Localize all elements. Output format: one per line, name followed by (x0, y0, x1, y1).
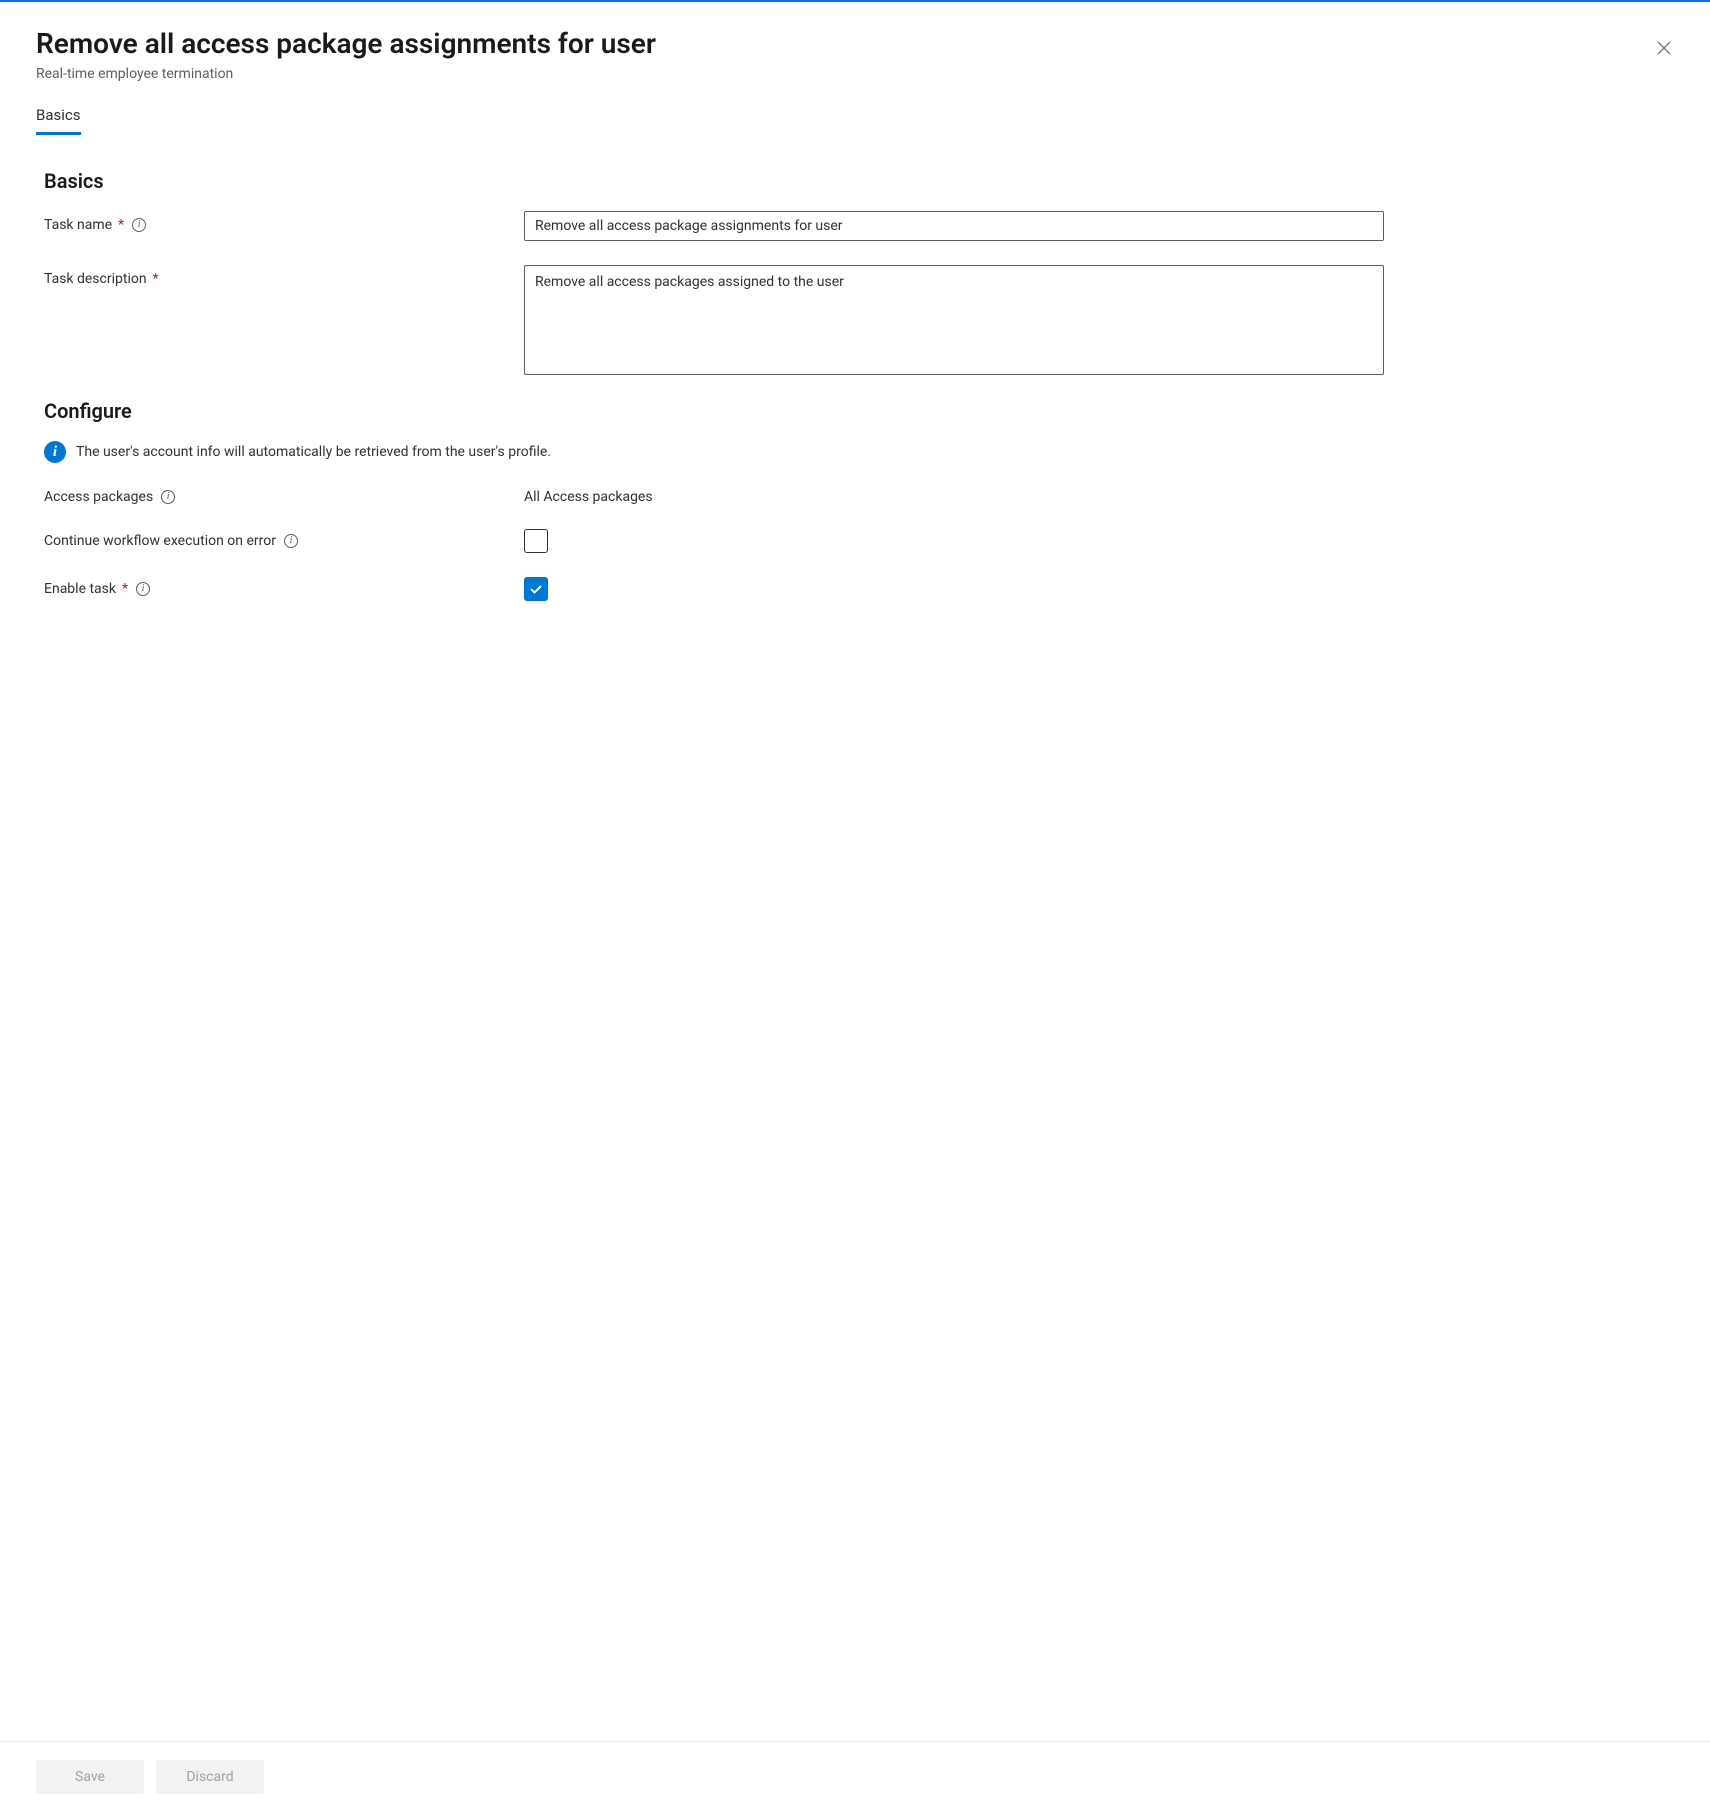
save-button[interactable]: Save (36, 1760, 144, 1794)
info-icon[interactable]: i (161, 490, 175, 504)
task-name-input[interactable] (524, 211, 1384, 241)
info-icon[interactable]: i (284, 534, 298, 548)
section-heading-basics: Basics (44, 169, 1674, 193)
required-indicator: * (118, 217, 124, 233)
continue-on-error-label: Continue workflow execution on error (44, 533, 276, 549)
close-button[interactable] (1648, 32, 1680, 64)
discard-button[interactable]: Discard (156, 1760, 264, 1794)
enable-task-checkbox[interactable] (524, 577, 548, 601)
task-description-label: Task description (44, 271, 147, 287)
info-banner-icon: i (44, 441, 66, 463)
tab-basics[interactable]: Basics (36, 106, 81, 135)
access-packages-label: Access packages (44, 489, 153, 505)
close-icon (1656, 40, 1672, 56)
task-name-label: Task name (44, 217, 112, 233)
access-packages-value: All Access packages (524, 489, 653, 505)
enable-task-label: Enable task (44, 581, 116, 597)
panel-title: Remove all access package assignments fo… (36, 26, 1674, 62)
continue-on-error-checkbox[interactable] (524, 529, 548, 553)
panel-subtitle: Real-time employee termination (36, 66, 1674, 82)
required-indicator: * (153, 271, 159, 287)
info-banner-text: The user's account info will automatical… (76, 444, 551, 460)
section-heading-configure: Configure (44, 399, 1674, 423)
info-icon[interactable]: i (132, 218, 146, 232)
info-icon[interactable]: i (136, 582, 150, 596)
required-indicator: * (122, 581, 128, 597)
task-description-input[interactable] (524, 265, 1384, 375)
